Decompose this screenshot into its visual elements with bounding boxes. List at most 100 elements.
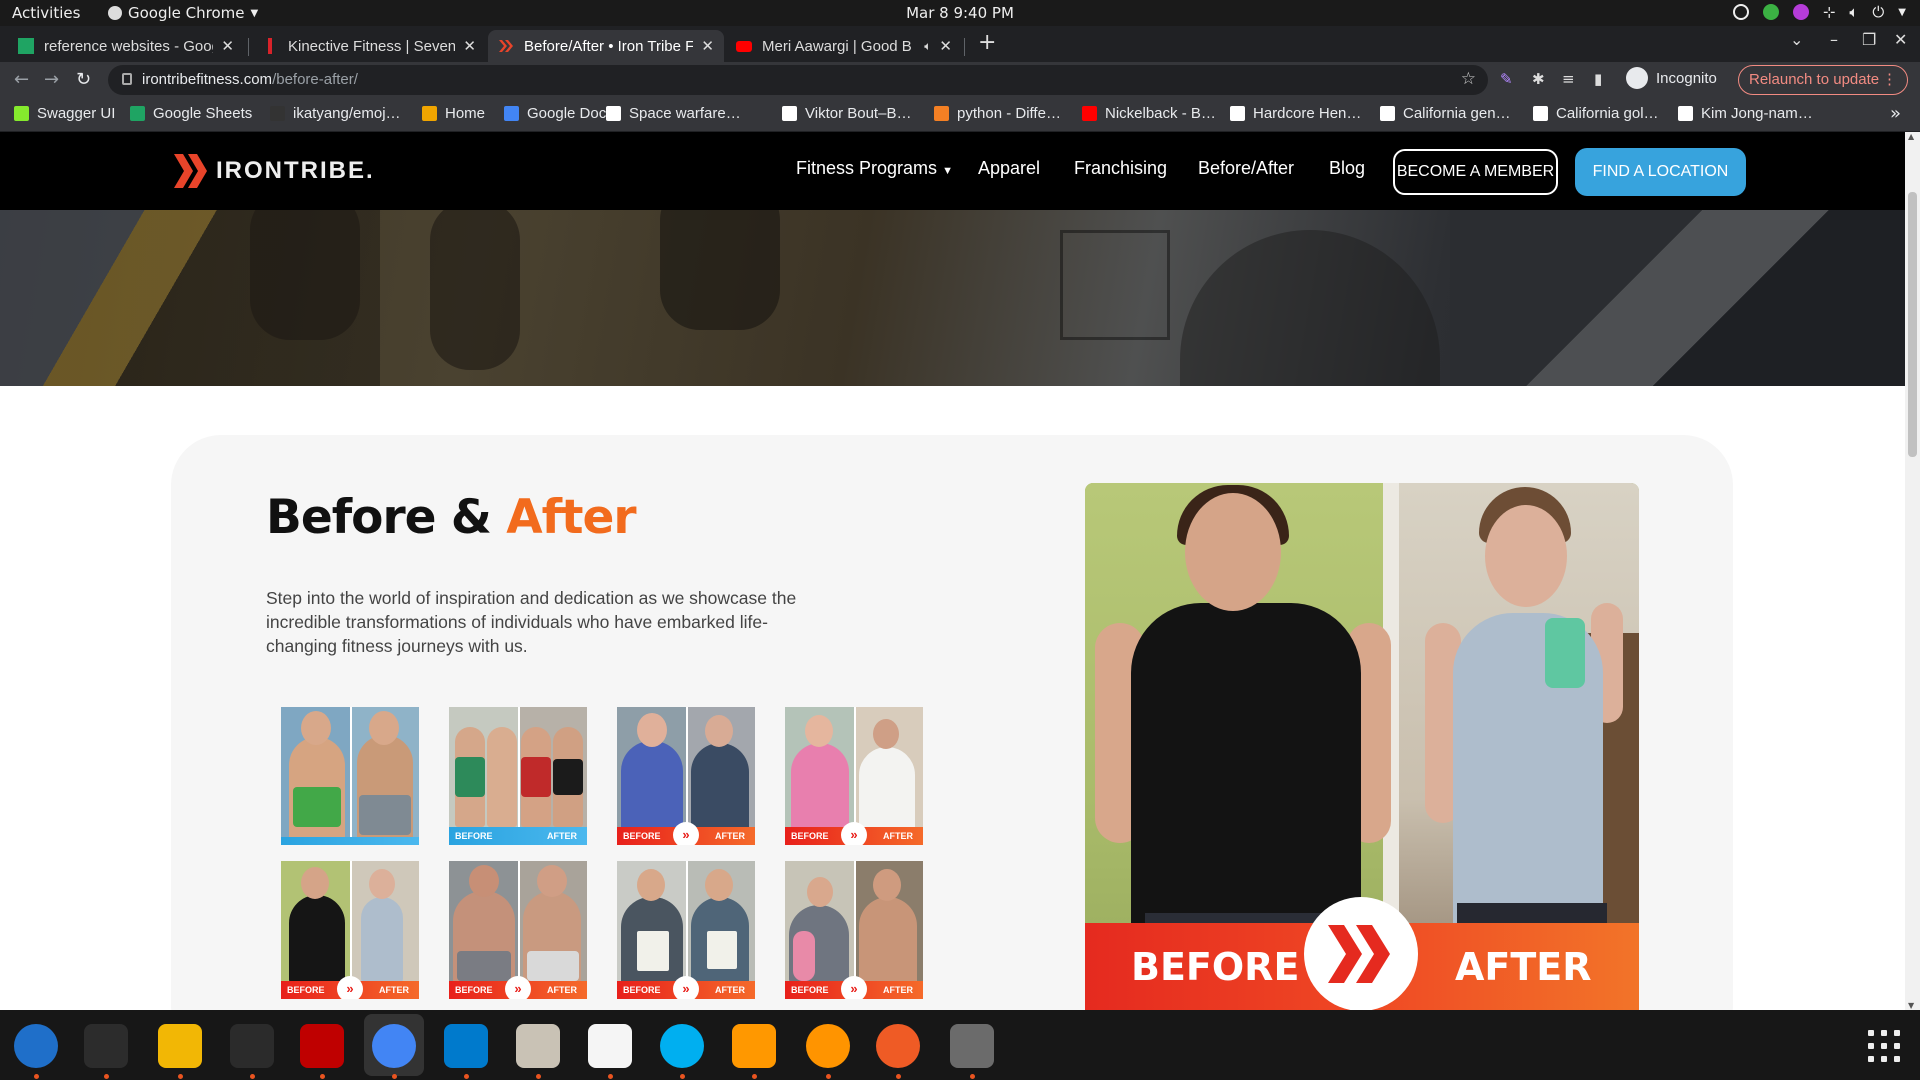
system-tray[interactable]: ⊹ 🔈︎ ⏻ ▼ [1732, 3, 1906, 21]
nav-franchising[interactable]: Franchising [1074, 158, 1167, 179]
bookmark-item[interactable]: Space warfare… [606, 105, 741, 122]
status-icon [1732, 4, 1749, 20]
close-icon[interactable]: ✕ [463, 37, 476, 55]
sublime-icon[interactable] [732, 1024, 776, 1068]
bookmark-star-icon[interactable]: ☆ [1461, 69, 1476, 89]
chrome-icon[interactable] [372, 1024, 416, 1068]
bookmark-item[interactable]: ikatyang/emoj… [270, 105, 401, 122]
calculator-icon[interactable] [158, 1024, 202, 1068]
before-label: BEFORE [287, 985, 325, 995]
tab-title: Before/After • Iron Tribe F [524, 37, 694, 55]
incognito-indicator[interactable]: Incognito [1626, 67, 1717, 89]
double-chevron-icon [1328, 925, 1390, 983]
back-button[interactable]: ← [14, 69, 29, 90]
close-window-button[interactable]: ✕ [1894, 30, 1907, 49]
bookmark-favicon-icon [130, 106, 145, 121]
bookmark-item[interactable]: California gen… [1380, 105, 1511, 122]
transformation-thumbnail[interactable]: BEFORE » AFTER [785, 707, 923, 845]
audio-playing-icon[interactable]: 🔈︎ [924, 39, 931, 54]
bookmark-item[interactable]: Kim Jong-nam… [1678, 105, 1813, 122]
browser-toolbar: ← → ↻ irontribefitness.com/before-after/… [0, 62, 1920, 98]
nav-apparel[interactable]: Apparel [978, 158, 1040, 179]
address-bar[interactable]: irontribefitness.com/before-after/ ☆ [108, 65, 1488, 95]
bookmark-item[interactable]: python - Diffe… [934, 105, 1061, 122]
bookmark-item[interactable]: Google Docs [504, 105, 614, 122]
bookmark-label: California gen… [1403, 105, 1511, 122]
text-editor-icon[interactable] [588, 1024, 632, 1068]
close-icon[interactable]: ✕ [701, 37, 714, 55]
bookmark-item[interactable]: Google Sheets [130, 105, 252, 122]
page-scrollbar[interactable]: ▲ ▼ [1905, 132, 1920, 1010]
bookmark-item[interactable]: Nickelback - B… [1082, 105, 1216, 122]
extensions-puzzle-icon[interactable]: ✱ [1532, 70, 1550, 88]
extension-pen-icon[interactable]: ✎ [1500, 70, 1518, 88]
terminal-icon[interactable] [84, 1024, 128, 1068]
scroll-up-icon[interactable]: ▲ [1908, 132, 1914, 141]
title-part-1: Before & [266, 490, 507, 545]
become-member-button[interactable]: BECOME A MEMBER [1393, 149, 1558, 195]
running-indicator [104, 1074, 109, 1079]
bookmark-label: Home [445, 105, 486, 122]
filezilla-icon[interactable] [300, 1024, 344, 1068]
bookmark-favicon-icon [782, 106, 797, 121]
transformation-thumbnail[interactable]: BEFORE AFTER [449, 707, 587, 845]
running-indicator [680, 1074, 685, 1079]
after-label: AFTER [883, 831, 913, 841]
transformation-thumbnail[interactable]: BEFORE » AFTER [617, 861, 755, 999]
forward-button[interactable]: → [44, 69, 59, 90]
new-tab-button[interactable]: + [978, 30, 996, 55]
running-indicator [536, 1074, 541, 1079]
reload-button[interactable]: ↻ [76, 69, 91, 90]
transformation-thumbnail[interactable]: BEFORE » AFTER [449, 861, 587, 999]
bookmark-label: Space warfare… [629, 105, 741, 122]
skype-icon[interactable] [660, 1024, 704, 1068]
bookmark-favicon-icon [1678, 106, 1693, 121]
bookmarks-overflow-button[interactable]: » [1890, 103, 1901, 124]
tab-before-after[interactable]: Before/After • Iron Tribe F ✕ [488, 30, 724, 62]
files-icon[interactable] [516, 1024, 560, 1068]
running-indicator [752, 1074, 757, 1079]
vscode-icon[interactable] [444, 1024, 488, 1068]
tab-reference-websites[interactable]: reference websites - Goog ✕ [8, 30, 244, 62]
close-icon[interactable]: ✕ [221, 37, 234, 55]
transformation-thumbnail[interactable] [281, 707, 419, 845]
tab-kinective[interactable]: Kinective Fitness | Seven S ✕ [252, 30, 486, 62]
show-apps-grid-icon[interactable] [1868, 1030, 1900, 1062]
scrollbar-thumb[interactable] [1908, 192, 1917, 457]
side-panel-icon[interactable]: ▮ [1594, 70, 1612, 88]
scroll-down-icon[interactable]: ▼ [1908, 1001, 1914, 1010]
sheets-icon [18, 38, 34, 54]
relaunch-button[interactable]: Relaunch to update ⋮ [1738, 65, 1908, 95]
reading-list-icon[interactable]: ≡ [1562, 70, 1580, 88]
clock[interactable]: Mar 8 9:40 PM [0, 4, 1920, 22]
irontribe-logo[interactable]: IRONTRIBE. [172, 152, 375, 190]
tab-search-button[interactable]: ⌄ [1790, 30, 1803, 49]
bookmark-favicon-icon [270, 106, 285, 121]
nav-before-after[interactable]: Before/After [1198, 158, 1294, 179]
taskbar-dock [0, 1010, 1920, 1080]
running-indicator [34, 1074, 39, 1079]
postman-icon[interactable] [876, 1024, 920, 1068]
bookmark-item[interactable]: California gol… [1533, 105, 1659, 122]
find-location-button[interactable]: FIND A LOCATION [1575, 148, 1746, 196]
minimize-button[interactable]: – [1830, 30, 1838, 49]
maximize-button[interactable]: ❐ [1862, 30, 1876, 49]
thunderbird-icon[interactable] [14, 1024, 58, 1068]
youtube-icon [736, 40, 752, 52]
disk-icon[interactable] [950, 1024, 994, 1068]
bookmark-item[interactable]: Viktor Bout–B… [782, 105, 911, 122]
nav-blog[interactable]: Blog [1329, 158, 1365, 179]
bookmark-item[interactable]: Home [422, 105, 485, 122]
firefox-dev-icon[interactable] [806, 1024, 850, 1068]
bookmark-item[interactable]: Swagger UI [14, 105, 115, 122]
close-icon[interactable]: ✕ [939, 37, 952, 55]
nav-fitness-programs[interactable]: Fitness Programs ▼ [796, 158, 953, 179]
system-monitor-icon[interactable] [230, 1024, 274, 1068]
transformation-thumbnail[interactable]: BEFORE » AFTER [785, 861, 923, 999]
transformation-thumbnail[interactable]: BEFORE » AFTER [281, 861, 419, 999]
bookmark-item[interactable]: Hardcore Hen… [1230, 105, 1361, 122]
tab-meri-aawargi[interactable]: Meri Aawargi | Good B 🔈︎ ✕ [726, 30, 962, 62]
tab-title: Kinective Fitness | Seven S [288, 37, 456, 55]
transformation-thumbnail[interactable]: BEFORE » AFTER [617, 707, 755, 845]
tab-title: reference websites - Goog [44, 37, 214, 55]
